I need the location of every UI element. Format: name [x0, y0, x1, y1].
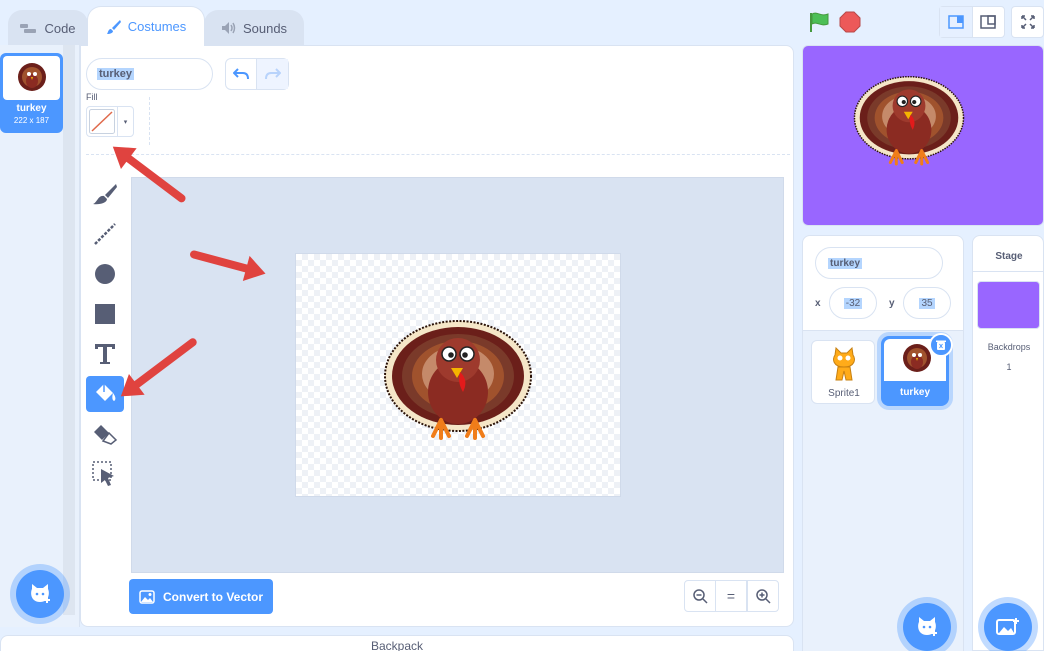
rectangle-icon — [95, 304, 115, 324]
rectangle-tool[interactable] — [86, 296, 124, 332]
x-label: x — [815, 298, 821, 309]
backpack-bar[interactable]: Backpack — [0, 635, 794, 651]
sprite-name: turkey — [899, 387, 930, 398]
small-stage-button[interactable] — [940, 7, 973, 37]
y-position-value: 35 — [919, 297, 935, 309]
stage[interactable] — [802, 45, 1044, 226]
x-position-value: -32 — [843, 297, 863, 309]
turkey-image — [384, 320, 532, 440]
costume-size: 222 x 187 — [13, 116, 50, 125]
costume-thumbnail — [3, 56, 60, 100]
costume-item[interactable]: 1 turkey 222 x 187 — [0, 53, 63, 133]
zoom-out-button[interactable] — [684, 580, 716, 612]
zoom-reset-button[interactable]: = — [715, 580, 747, 612]
speaker-icon — [221, 22, 236, 34]
sprite-name: Sprite1 — [828, 388, 860, 399]
convert-to-vector-button[interactable]: Convert to Vector — [129, 579, 273, 614]
choose-backdrop-button[interactable] — [984, 603, 1032, 651]
line-tool[interactable] — [86, 216, 124, 252]
zoom-in-button[interactable] — [747, 580, 779, 612]
turkey-sprite-on-stage — [853, 75, 965, 166]
eraser-tool[interactable] — [86, 416, 124, 452]
zoom-out-icon — [693, 589, 708, 604]
fullscreen-icon — [1020, 15, 1035, 29]
backdrop-plus-icon — [996, 618, 1019, 635]
text-tool[interactable] — [86, 336, 124, 372]
undo-icon — [233, 68, 249, 80]
undo-redo-group — [225, 58, 289, 90]
drawing-canvas[interactable] — [295, 253, 621, 497]
costume-name: turkey — [16, 103, 47, 114]
no-fill-swatch-icon — [89, 109, 115, 134]
eraser-icon — [94, 425, 118, 445]
sprite-tile-sprite1[interactable]: Sprite1 — [811, 340, 875, 404]
brush-icon — [93, 184, 117, 205]
image-icon — [139, 589, 155, 604]
fill-swatch — [87, 107, 117, 136]
fill-color-picker[interactable]: ▾ — [86, 106, 134, 137]
fill-label: Fill — [86, 92, 98, 102]
backdrops-count: 1 — [1006, 362, 1012, 372]
trash-icon — [936, 340, 946, 350]
stage-divider — [973, 271, 1044, 272]
toolbar-separator — [86, 154, 790, 155]
fill-dropdown-caret[interactable]: ▾ — [117, 107, 133, 136]
fullscreen-button[interactable] — [1011, 6, 1044, 38]
paintbrush-icon — [106, 19, 121, 34]
text-icon — [95, 344, 115, 364]
large-stage-icon — [980, 15, 996, 29]
costume-name-input[interactable]: turkey — [86, 58, 213, 90]
stage-selector[interactable]: Stage Backdrops 1 — [972, 235, 1044, 651]
large-stage-button[interactable] — [973, 7, 1005, 37]
x-position-input[interactable]: -32 — [829, 287, 877, 319]
stage-thumbnail — [977, 281, 1040, 329]
turkey-thumbnail-image — [18, 63, 46, 91]
backpack-label: Backpack — [370, 639, 424, 651]
stage-size-toggle — [939, 6, 1005, 38]
cat-plus-icon — [31, 584, 50, 603]
zoom-in-icon — [756, 589, 771, 604]
small-stage-icon — [948, 15, 964, 29]
delete-sprite-button[interactable] — [929, 333, 953, 357]
brush-tool[interactable] — [86, 176, 124, 212]
backdrops-label: Backdrops — [987, 342, 1031, 352]
line-icon — [94, 223, 116, 245]
sprite-name-value: turkey — [828, 257, 863, 269]
canvas-area[interactable] — [131, 177, 784, 573]
costume-list-scrollbar[interactable] — [63, 45, 75, 615]
choose-costume-button[interactable] — [16, 570, 64, 618]
redo-button[interactable] — [257, 59, 288, 89]
cat-sprite-thumbnail — [833, 347, 855, 381]
y-position-input[interactable]: 35 — [903, 287, 951, 319]
circle-icon — [95, 264, 115, 284]
zoom-reset-label: = — [726, 588, 736, 604]
tab-label: Costumes — [127, 19, 187, 34]
select-tool[interactable] — [86, 456, 124, 492]
costume-list: 1 turkey 222 x 187 — [0, 45, 80, 627]
code-icon — [20, 24, 37, 33]
convert-to-vector-label: Convert to Vector — [163, 589, 264, 604]
circle-tool[interactable] — [86, 256, 124, 292]
redo-icon — [264, 68, 281, 80]
undo-button[interactable] — [226, 59, 258, 89]
stop-icon[interactable] — [839, 11, 861, 33]
tab-label: Code — [44, 20, 76, 36]
green-flag-icon[interactable] — [808, 11, 830, 33]
cat-plus-icon — [918, 617, 937, 636]
stage-title: Stage — [995, 251, 1023, 262]
choose-sprite-button[interactable] — [903, 603, 951, 651]
tab-code[interactable]: Code — [8, 10, 88, 45]
select-icon — [92, 461, 114, 486]
costume-name-value: turkey — [97, 68, 135, 80]
toolbar-divider — [149, 97, 150, 145]
tab-label: Sounds — [242, 20, 288, 36]
y-label: y — [889, 298, 895, 309]
tab-costumes[interactable]: Costumes — [87, 6, 205, 46]
sprite-name-input[interactable]: turkey — [815, 247, 943, 279]
tab-sounds[interactable]: Sounds — [204, 10, 304, 45]
